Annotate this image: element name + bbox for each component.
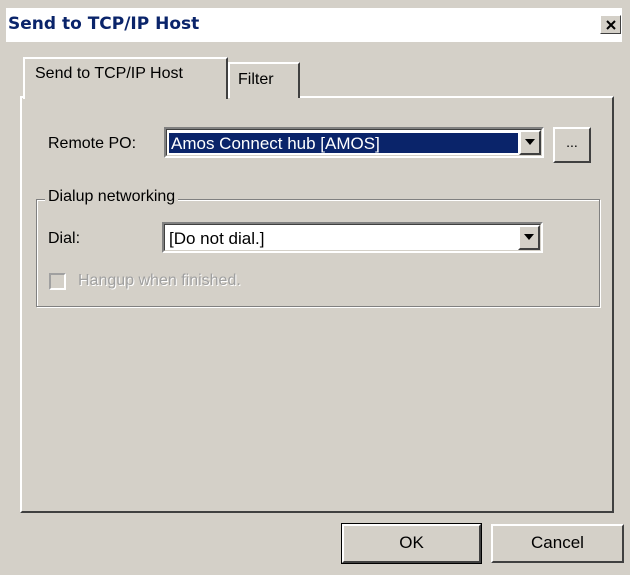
close-button[interactable] (600, 15, 621, 34)
remote-po-label: Remote PO: (48, 135, 137, 152)
tab-send-to-tcpip-host[interactable]: Send to TCP/IP Host (23, 57, 228, 99)
browse-button[interactable]: ... (553, 127, 591, 163)
dialup-groupbox (36, 199, 600, 307)
ok-button[interactable]: OK (341, 523, 482, 564)
tab-label: Filter (238, 71, 274, 88)
remote-po-dropdown[interactable]: Amos Connect hub [AMOS] (164, 127, 544, 158)
dial-value: [Do not dial.] (169, 229, 265, 248)
dropdown-arrow-button[interactable] (519, 130, 541, 155)
title-bar[interactable]: Send to TCP/IP Host (6, 8, 622, 42)
close-icon (606, 20, 616, 30)
chevron-down-icon (525, 139, 535, 145)
hangup-checkbox[interactable] (49, 273, 66, 290)
tab-label: Send to TCP/IP Host (35, 65, 183, 82)
window-title: Send to TCP/IP Host (8, 14, 200, 34)
dropdown-arrow-button[interactable] (518, 225, 540, 250)
tab-filter[interactable]: Filter (228, 62, 300, 98)
cancel-button[interactable]: Cancel (491, 524, 624, 563)
chevron-down-icon (524, 234, 534, 240)
hangup-label: Hangup when finished. (78, 272, 241, 289)
remote-po-value: Amos Connect hub [AMOS] (169, 133, 518, 153)
dialup-group-title: Dialup networking (45, 188, 179, 206)
dialog-window: Send to TCP/IP Host Send to TCP/IP Host … (0, 0, 630, 575)
dial-dropdown[interactable]: [Do not dial.] (162, 222, 543, 253)
dial-label: Dial: (48, 230, 81, 247)
